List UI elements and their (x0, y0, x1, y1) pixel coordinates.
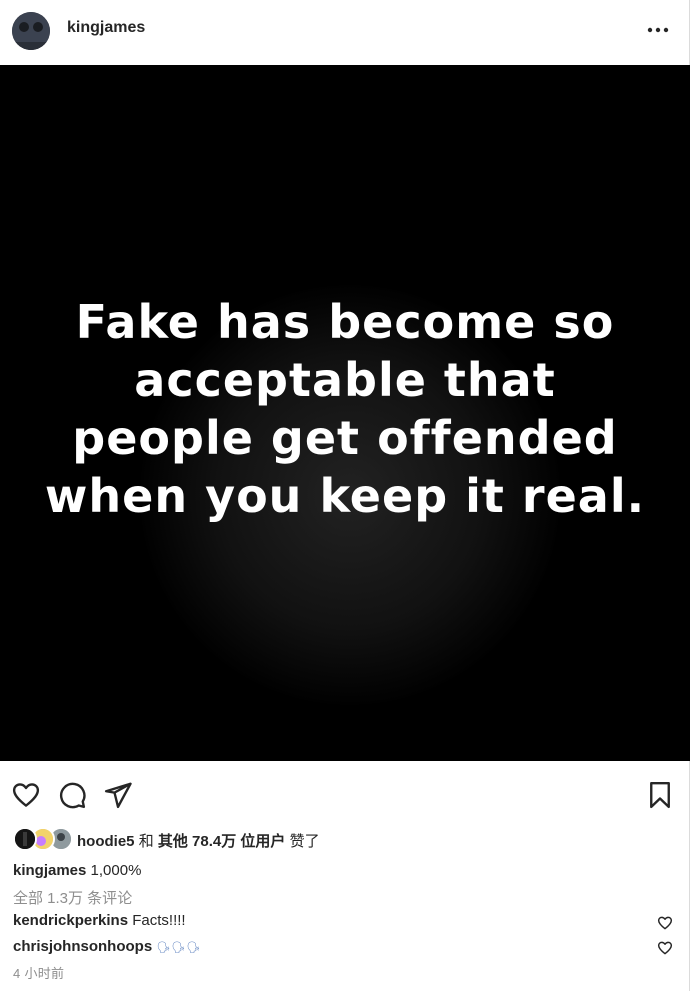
more-dots-icon[interactable] (645, 17, 671, 43)
post-timestamp[interactable]: 4 小时前 (13, 963, 64, 982)
liker-username[interactable]: hoodie5 (77, 833, 135, 850)
caption-username[interactable]: kingjames (13, 862, 86, 879)
image-quote-text: Fake has become so acceptable that peopl… (44, 295, 646, 523)
comment-like-heart-icon[interactable] (657, 915, 673, 931)
comment-text: Facts!!!! (132, 912, 186, 929)
post-header: kingjames (0, 0, 690, 64)
likes-and: 和 (138, 832, 154, 850)
liker-avatars[interactable] (13, 827, 73, 853)
action-bar (0, 770, 690, 820)
comment-row: kendrickperkins Facts!!!! (13, 912, 186, 929)
likes-others-count[interactable]: 其他 78.4万 位用户 (158, 833, 286, 850)
comment-text: 🗣🗣🗣 (156, 942, 202, 954)
author-avatar[interactable] (12, 12, 50, 50)
comment-bubble-icon[interactable] (57, 780, 87, 810)
likes-summary: hoodie5 和 其他 78.4万 位用户 赞了 (13, 826, 320, 854)
heart-outline-icon[interactable] (11, 780, 41, 810)
comment-username[interactable]: chrisjohnsonhoops (13, 938, 152, 955)
post-card: kingjames Fake has become so acceptable … (0, 0, 690, 991)
caption-text: 1,000% (90, 862, 142, 879)
post-image[interactable]: Fake has become so acceptable that peopl… (0, 65, 690, 761)
liker-avatar-1[interactable] (13, 827, 37, 851)
likes-liked: 赞了 (289, 832, 320, 850)
view-all-comments-link[interactable]: 全部 1.3万 条评论 (13, 887, 132, 908)
comment-row: chrisjohnsonhoops 🗣🗣🗣 (13, 938, 201, 955)
author-username[interactable]: kingjames (67, 19, 145, 37)
comment-like-heart-icon[interactable] (657, 940, 673, 956)
comment-username[interactable]: kendrickperkins (13, 912, 128, 929)
paper-plane-icon[interactable] (103, 780, 133, 810)
bookmark-icon[interactable] (645, 780, 675, 810)
post-caption: kingjames 1,000% (13, 862, 141, 879)
likes-text: hoodie5 和 其他 78.4万 位用户 赞了 (77, 830, 320, 851)
